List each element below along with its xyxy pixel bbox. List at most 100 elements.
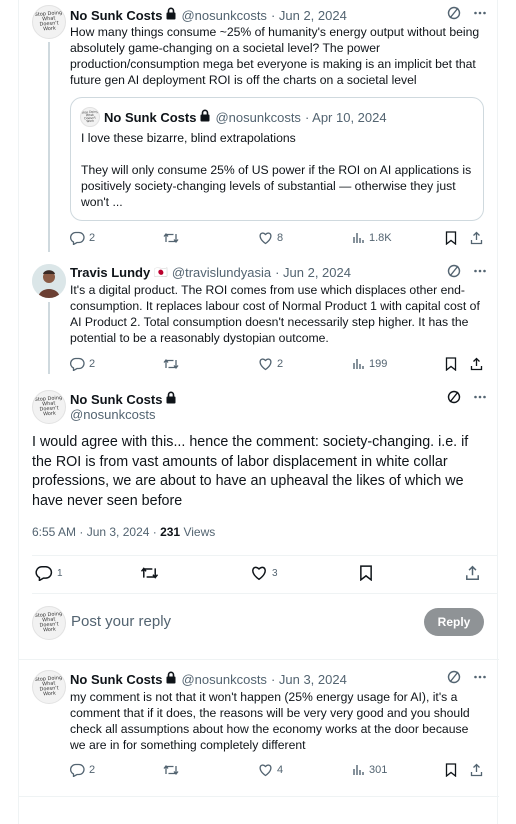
reply-count: 2 [89,358,96,370]
author-handle[interactable]: @travislundyasia [172,265,271,280]
views-label: Views [180,525,216,539]
share-icon[interactable] [470,357,483,371]
divider [19,796,499,797]
flag-badge: 🇯🇵 [154,267,168,279]
divider [32,555,498,556]
divider [32,593,498,594]
author-name[interactable]: No Sunk Costs [70,392,162,407]
views-icon [352,763,365,776]
author-handle[interactable]: @nosunkcosts [70,407,155,422]
reply-icon [35,565,53,581]
views-button[interactable]: 199 [352,357,387,370]
avatar[interactable]: Stop Doing What Doesn't Work [32,670,66,704]
tweet-text: It's a digital product. The ROI comes fr… [70,283,480,345]
views-button[interactable]: 301 [352,763,387,776]
like-button[interactable]: 4 [258,763,283,777]
tweet-header: No Sunk Costs @nosunkcosts · Jun 2, 2024 [70,7,347,23]
quoted-tweet[interactable]: Stop Doing What Doesn't Work No Sunk Cos… [70,97,484,221]
post-date[interactable]: · Jun 2, 2024 [275,265,351,280]
views-count: 301 [369,763,388,776]
post-meta: 6:55 AM · Jun 3, 2024 · 231 Views [32,525,215,539]
handle-row: @nosunkcosts [70,407,155,422]
retweet-icon [163,763,179,777]
like-button[interactable]: 8 [258,231,283,245]
retweet-button[interactable] [163,763,183,777]
heart-icon [258,231,273,245]
thread-connector [48,42,50,252]
quoted-author-handle: @nosunkcosts [215,109,301,125]
heart-icon [258,763,273,777]
views-count: 231 [160,525,181,539]
like-count: 2 [277,358,284,370]
views-button[interactable]: 1.8K [352,231,392,244]
post-timestamp[interactable]: 6:55 AM · Jun 3, 2024 · [32,525,160,539]
reply-icon [70,763,85,777]
lock-icon [165,7,177,23]
quoted-author-name: No Sunk Costs [104,109,197,125]
views-icon [352,231,365,244]
bookmark-icon[interactable] [359,565,373,581]
quoted-post-date: · Apr 10, 2024 [304,109,387,125]
share-icon[interactable] [470,231,483,245]
heart-icon [250,565,268,581]
grok-icon[interactable] [447,670,461,689]
author-name[interactable]: No Sunk Costs [70,8,162,23]
author-handle[interactable]: @nosunkcosts [181,672,266,687]
thread-connector [48,302,50,374]
reply-count: 1 [57,567,63,579]
more-icon[interactable] [473,264,487,283]
main-tweet-text: I would agree with this... hence the com… [32,434,469,509]
lock-icon [199,109,211,125]
retweet-icon [140,565,159,581]
like-button[interactable]: 2 [258,357,283,371]
like-count: 8 [277,232,284,244]
grok-icon[interactable] [447,6,461,25]
reply-icon [70,357,85,371]
grok-icon[interactable] [447,390,461,409]
reply-count: 2 [89,232,96,244]
post-date[interactable]: · Jun 3, 2024 [271,672,347,687]
divider [19,659,499,660]
retweet-button[interactable] [163,231,183,245]
share-icon[interactable] [470,763,483,777]
views-count: 199 [369,357,388,370]
avatar[interactable] [32,264,66,298]
reply-icon [70,231,85,245]
reply-button[interactable]: 1 [35,565,63,581]
avatar[interactable]: Stop Doing What Doesn't Work [32,5,66,39]
reply-button[interactable]: 2 [70,763,95,777]
avatar[interactable]: Stop Doing What Doesn't Work [32,390,66,424]
reply-submit-button[interactable]: Reply [424,608,484,636]
more-icon[interactable] [473,670,487,689]
like-count: 3 [272,567,278,579]
reply-input[interactable]: Post your reply [71,613,171,630]
tweet-header: No Sunk Costs @nosunkcosts · Jun 3, 2024 [70,671,347,687]
tweet-text: How many things consume ~25% of humanity… [70,25,480,87]
author-name[interactable]: No Sunk Costs [70,672,162,687]
views-icon [352,357,365,370]
bookmark-icon[interactable] [445,357,457,371]
timeline-column: Stop Doing What Doesn't Work No Sunk Cos… [18,0,499,824]
like-button[interactable]: 3 [250,565,278,581]
share-icon[interactable] [465,565,480,581]
quoted-header: No Sunk Costs @nosunkcosts · Apr 10, 202… [104,109,387,125]
composer-avatar: Stop Doing What Doesn't Work [32,606,66,640]
author-handle[interactable]: @nosunkcosts [181,8,266,23]
retweet-icon [163,231,179,245]
reply-button[interactable]: 2 [70,231,95,245]
retweet-button[interactable] [163,357,183,371]
more-icon[interactable] [473,390,487,409]
reply-button[interactable]: 2 [70,357,95,371]
bookmark-icon[interactable] [445,231,457,245]
author-name[interactable]: Travis Lundy [70,265,150,280]
tweet-header: No Sunk Costs [70,391,177,407]
grok-icon[interactable] [447,264,461,283]
reply-count: 2 [89,764,96,776]
lock-icon [165,391,177,407]
tweet-top-actions [447,264,487,283]
more-icon[interactable] [473,6,487,25]
bookmark-icon[interactable] [445,763,457,777]
retweet-button[interactable] [140,565,163,581]
post-date[interactable]: · Jun 2, 2024 [271,8,347,23]
quoted-text-line2: They will only consume 25% of US power i… [81,163,472,209]
